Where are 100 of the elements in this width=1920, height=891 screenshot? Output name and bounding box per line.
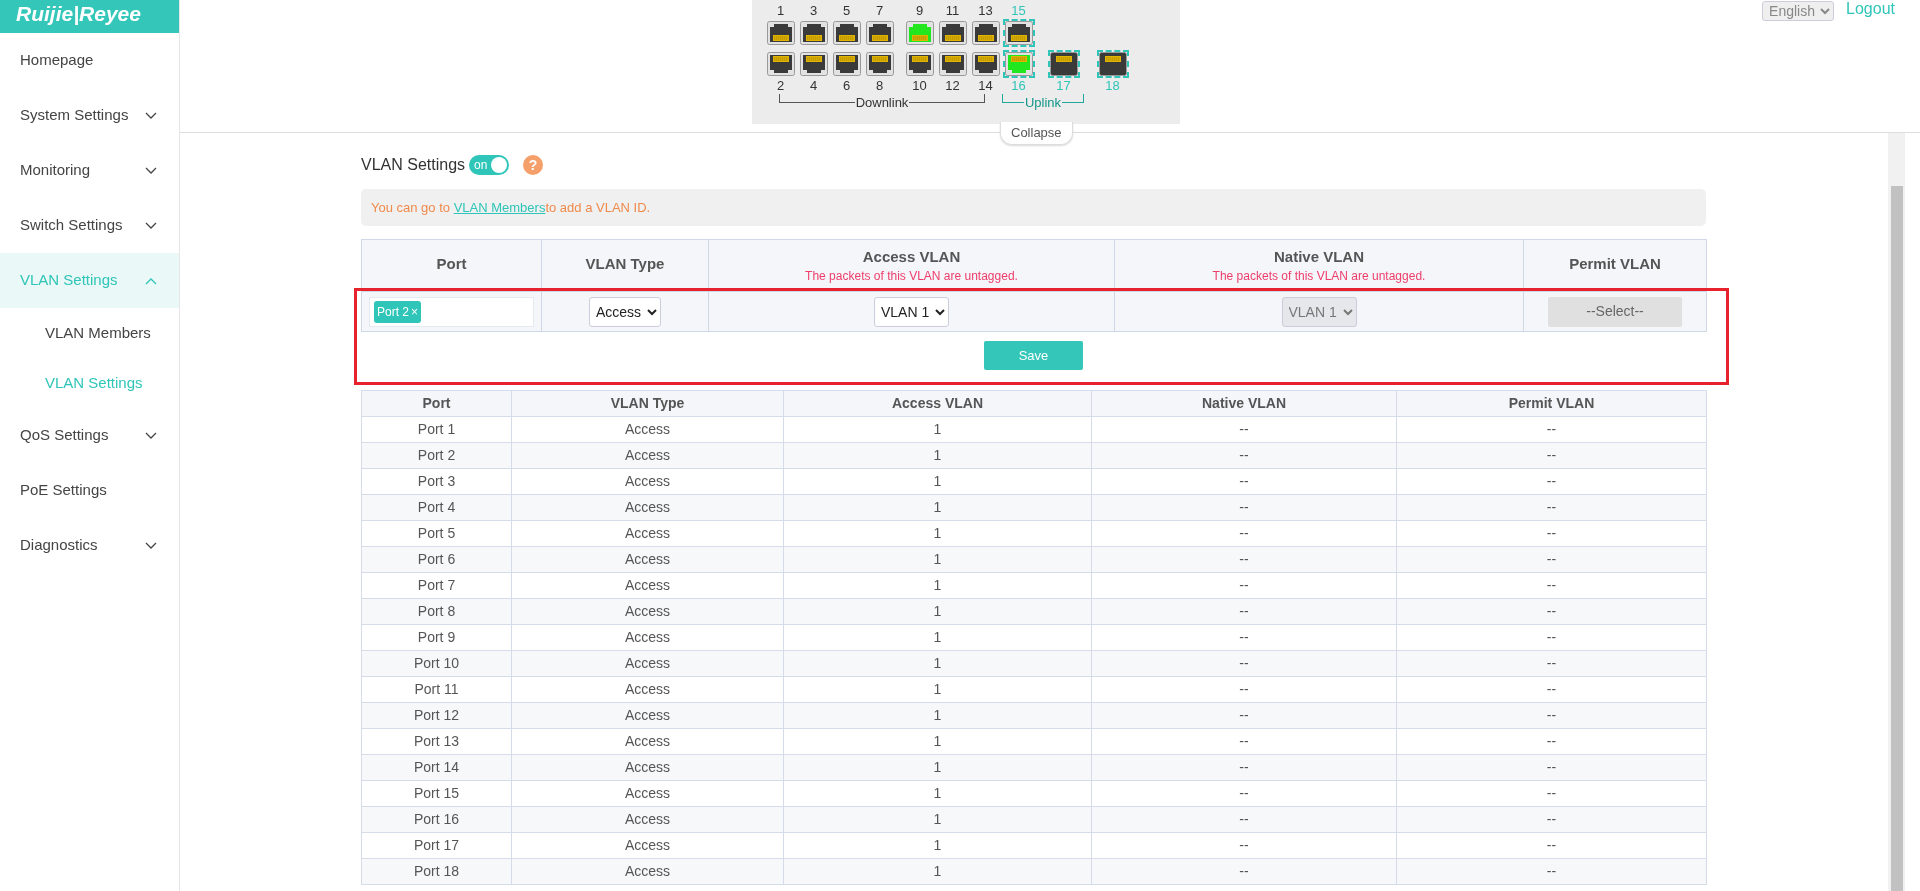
table-cell: Port 7 — [361, 572, 512, 599]
table-cell: 1 — [783, 416, 1092, 443]
table-cell: -- — [1091, 598, 1397, 625]
table-cell: -- — [1091, 572, 1397, 599]
table-cell: Access — [511, 598, 784, 625]
column-header: Port — [436, 255, 467, 273]
column-header: Access VLAN — [862, 248, 961, 266]
table-cell: Access — [511, 858, 784, 885]
ethernet-port-icon[interactable] — [936, 50, 969, 78]
table-cell: 1 — [783, 442, 1092, 469]
column-header: VLAN Type — [511, 390, 784, 417]
sidebar-subitem[interactable]: VLAN Members — [0, 308, 179, 358]
port-number: 5 — [842, 3, 851, 19]
table-cell: Port 12 — [361, 702, 512, 729]
table-cell: Access — [511, 624, 784, 651]
table-cell: 1 — [783, 520, 1092, 547]
sidebar-item[interactable]: PoE Settings — [0, 463, 179, 518]
sidebar-item[interactable]: Monitoring — [0, 143, 179, 198]
table-cell: Access — [511, 572, 784, 599]
table-cell: Access — [511, 520, 784, 547]
ethernet-port-icon[interactable] — [797, 50, 830, 78]
column-note: The packets of this VLAN are untagged. — [804, 268, 1019, 283]
column-header: Native VLAN — [1091, 390, 1397, 417]
table-cell: Port 8 — [361, 598, 512, 625]
sidebar-item[interactable]: Switch Settings — [0, 198, 179, 253]
port-number: 15 — [1011, 3, 1026, 19]
table-cell: 1 — [783, 754, 1092, 781]
sfp-port-icon[interactable] — [1047, 50, 1080, 78]
table-cell: -- — [1396, 520, 1707, 547]
port-number: 13 — [978, 3, 993, 19]
column-header: Access VLAN — [783, 390, 1092, 417]
table-cell: Port 18 — [361, 858, 512, 885]
group-label: Uplink — [1023, 95, 1063, 111]
table-cell: Access — [511, 780, 784, 807]
table-cell: -- — [1091, 624, 1397, 651]
access-vlan-select[interactable]: VLAN 1 — [874, 296, 949, 327]
ethernet-port-icon[interactable] — [969, 50, 1002, 78]
collapse-button[interactable]: Collapse — [1000, 122, 1073, 145]
table-cell: 1 — [783, 598, 1092, 625]
table-cell: -- — [1396, 624, 1707, 651]
language-select[interactable]: English — [1762, 1, 1835, 21]
table-cell: Port 11 — [361, 676, 512, 703]
ethernet-port-icon[interactable] — [764, 50, 797, 78]
table-cell: Port 6 — [361, 546, 512, 573]
port-number: 11 — [945, 3, 960, 19]
table-cell: Access — [511, 546, 784, 573]
table-cell: Port 9 — [361, 624, 512, 651]
table-cell: -- — [1091, 676, 1397, 703]
table-cell: -- — [1396, 702, 1707, 729]
port-number: 18 — [1105, 78, 1120, 94]
ethernet-port-icon[interactable] — [1002, 19, 1035, 47]
table-cell: Port 17 — [361, 832, 512, 859]
ethernet-port-icon[interactable] — [863, 19, 896, 47]
table-cell: -- — [1396, 676, 1707, 703]
table-cell: -- — [1091, 468, 1397, 495]
ethernet-port-icon[interactable] — [863, 50, 896, 78]
scrollbar[interactable] — [1888, 133, 1905, 891]
table-cell: Port 14 — [361, 754, 512, 781]
table-cell: -- — [1396, 832, 1707, 859]
sfp-port-icon[interactable] — [1096, 50, 1129, 78]
ethernet-port-icon[interactable] — [969, 19, 1002, 47]
table-cell: Port 13 — [361, 728, 512, 755]
sidebar-item[interactable]: Diagnostics — [0, 518, 179, 573]
vlan-type-select[interactable]: Access — [589, 296, 661, 327]
table-cell: -- — [1091, 754, 1397, 781]
table-cell: -- — [1091, 806, 1397, 833]
table-cell: 1 — [783, 728, 1092, 755]
table-cell: -- — [1396, 442, 1707, 469]
ethernet-port-icon[interactable] — [830, 50, 863, 78]
table-cell: -- — [1396, 650, 1707, 677]
port-number: 9 — [915, 3, 924, 19]
table-cell: -- — [1396, 858, 1707, 885]
sidebar-item[interactable]: Homepage — [0, 33, 179, 88]
table-cell: 1 — [783, 546, 1092, 573]
port-number: 10 — [912, 78, 927, 94]
table-cell: -- — [1396, 728, 1707, 755]
ethernet-port-icon[interactable] — [764, 19, 797, 47]
bracket-line — [1002, 94, 1024, 103]
port-number: 17 — [1056, 78, 1071, 94]
table-cell: 1 — [783, 858, 1092, 885]
table-cell: 1 — [783, 468, 1092, 495]
port-number: 1 — [776, 3, 785, 19]
table-cell: 1 — [783, 624, 1092, 651]
table-cell: 1 — [783, 650, 1092, 677]
ethernet-port-icon[interactable] — [936, 19, 969, 47]
sidebar-item[interactable]: System Settings — [0, 88, 179, 143]
table-cell: Port 16 — [361, 806, 512, 833]
table-cell: 1 — [783, 676, 1092, 703]
ethernet-port-icon[interactable] — [830, 19, 863, 47]
table-cell: -- — [1091, 858, 1397, 885]
table-cell: Port 2 — [361, 442, 512, 469]
table-cell: Access — [511, 806, 784, 833]
table-cell: 1 — [783, 780, 1092, 807]
table-cell: Access — [511, 832, 784, 859]
port-number: 2 — [776, 78, 785, 94]
table-cell: -- — [1396, 754, 1707, 781]
table-cell: -- — [1091, 780, 1397, 807]
ethernet-port-icon[interactable] — [797, 19, 830, 47]
sidebar-item[interactable]: QoS Settings — [0, 408, 179, 463]
ethernet-port-icon[interactable] — [903, 50, 936, 78]
